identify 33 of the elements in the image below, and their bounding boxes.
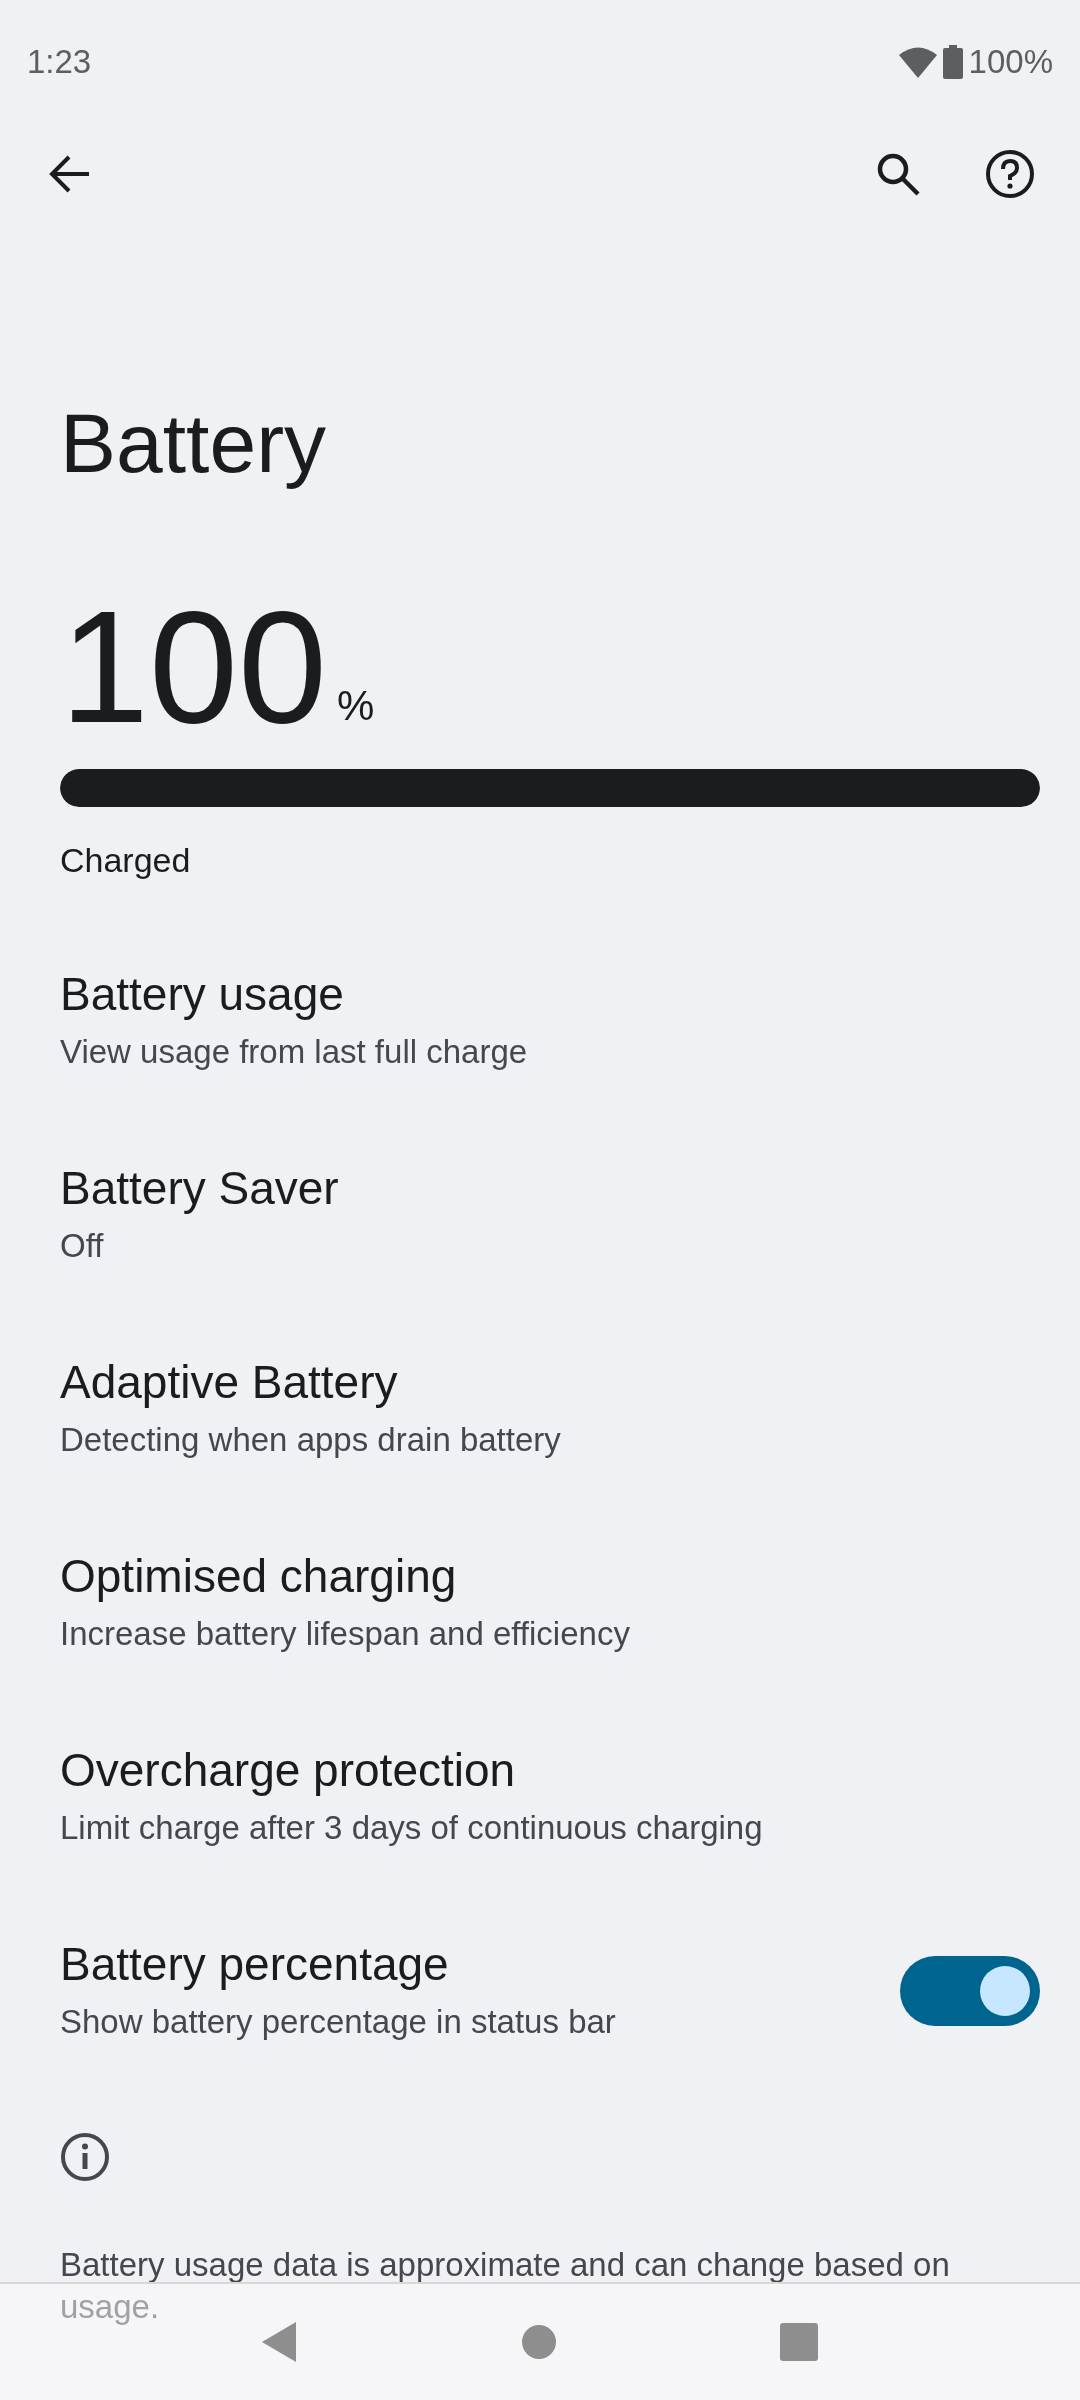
search-icon bbox=[876, 152, 920, 196]
settings-item[interactable]: Adaptive Battery Detecting when apps drain battery bbox=[60, 1312, 1040, 1506]
item-subtitle: Limit charge after 3 days of continuous charging bbox=[60, 1808, 763, 1848]
battery-percent-text: 100% bbox=[968, 42, 1053, 83]
item-title: Optimised charging bbox=[60, 1548, 458, 1604]
battery-icon bbox=[942, 45, 963, 79]
item-subtitle: View usage from last full charge bbox=[60, 1032, 528, 1072]
settings-item[interactable]: Overcharge protection Limit charge after 3 days of continuous charging bbox=[60, 1700, 1040, 1894]
item-subtitle: Show battery percentage in status bar bbox=[60, 2002, 616, 2042]
settings-item[interactable]: Battery Saver Off bbox=[60, 1118, 1040, 1312]
item-title: Adaptive Battery bbox=[60, 1354, 399, 1410]
status-time: 1:23 bbox=[27, 42, 92, 83]
percent-sign: % bbox=[336, 681, 375, 731]
item-title: Battery percentage bbox=[60, 1936, 450, 1992]
battery-status: Charged bbox=[60, 840, 192, 881]
home-circle-icon[interactable] bbox=[521, 2324, 557, 2360]
back-triangle-icon[interactable] bbox=[261, 2322, 298, 2362]
item-subtitle: Increase battery lifespan and efficiency bbox=[60, 1614, 630, 1654]
settings-item[interactable]: Battery percentage Show battery percentage in status bar bbox=[60, 1894, 1040, 2088]
settings-item[interactable]: Battery usage View usage from last full charge bbox=[60, 924, 1040, 1118]
item-title: Battery usage bbox=[60, 966, 345, 1022]
footer-note: Battery usage data is approximate and can change based on usage. bbox=[60, 2245, 951, 2327]
recents-square-icon[interactable] bbox=[780, 2323, 819, 2361]
battery-level-number: 100 bbox=[60, 595, 327, 739]
wifi-icon bbox=[898, 46, 937, 78]
info-icon bbox=[60, 2132, 110, 2182]
help-icon bbox=[985, 149, 1035, 199]
item-title: Overcharge protection bbox=[60, 1742, 517, 1798]
item-subtitle: Detecting when apps drain battery bbox=[60, 1420, 561, 1460]
item-title: Battery Saver bbox=[60, 1160, 339, 1216]
item-subtitle: Off bbox=[60, 1226, 105, 1266]
back-arrow-icon bbox=[49, 154, 91, 194]
settings-item[interactable]: Optimised charging Increase battery lifespan and efficiency bbox=[60, 1506, 1040, 1700]
